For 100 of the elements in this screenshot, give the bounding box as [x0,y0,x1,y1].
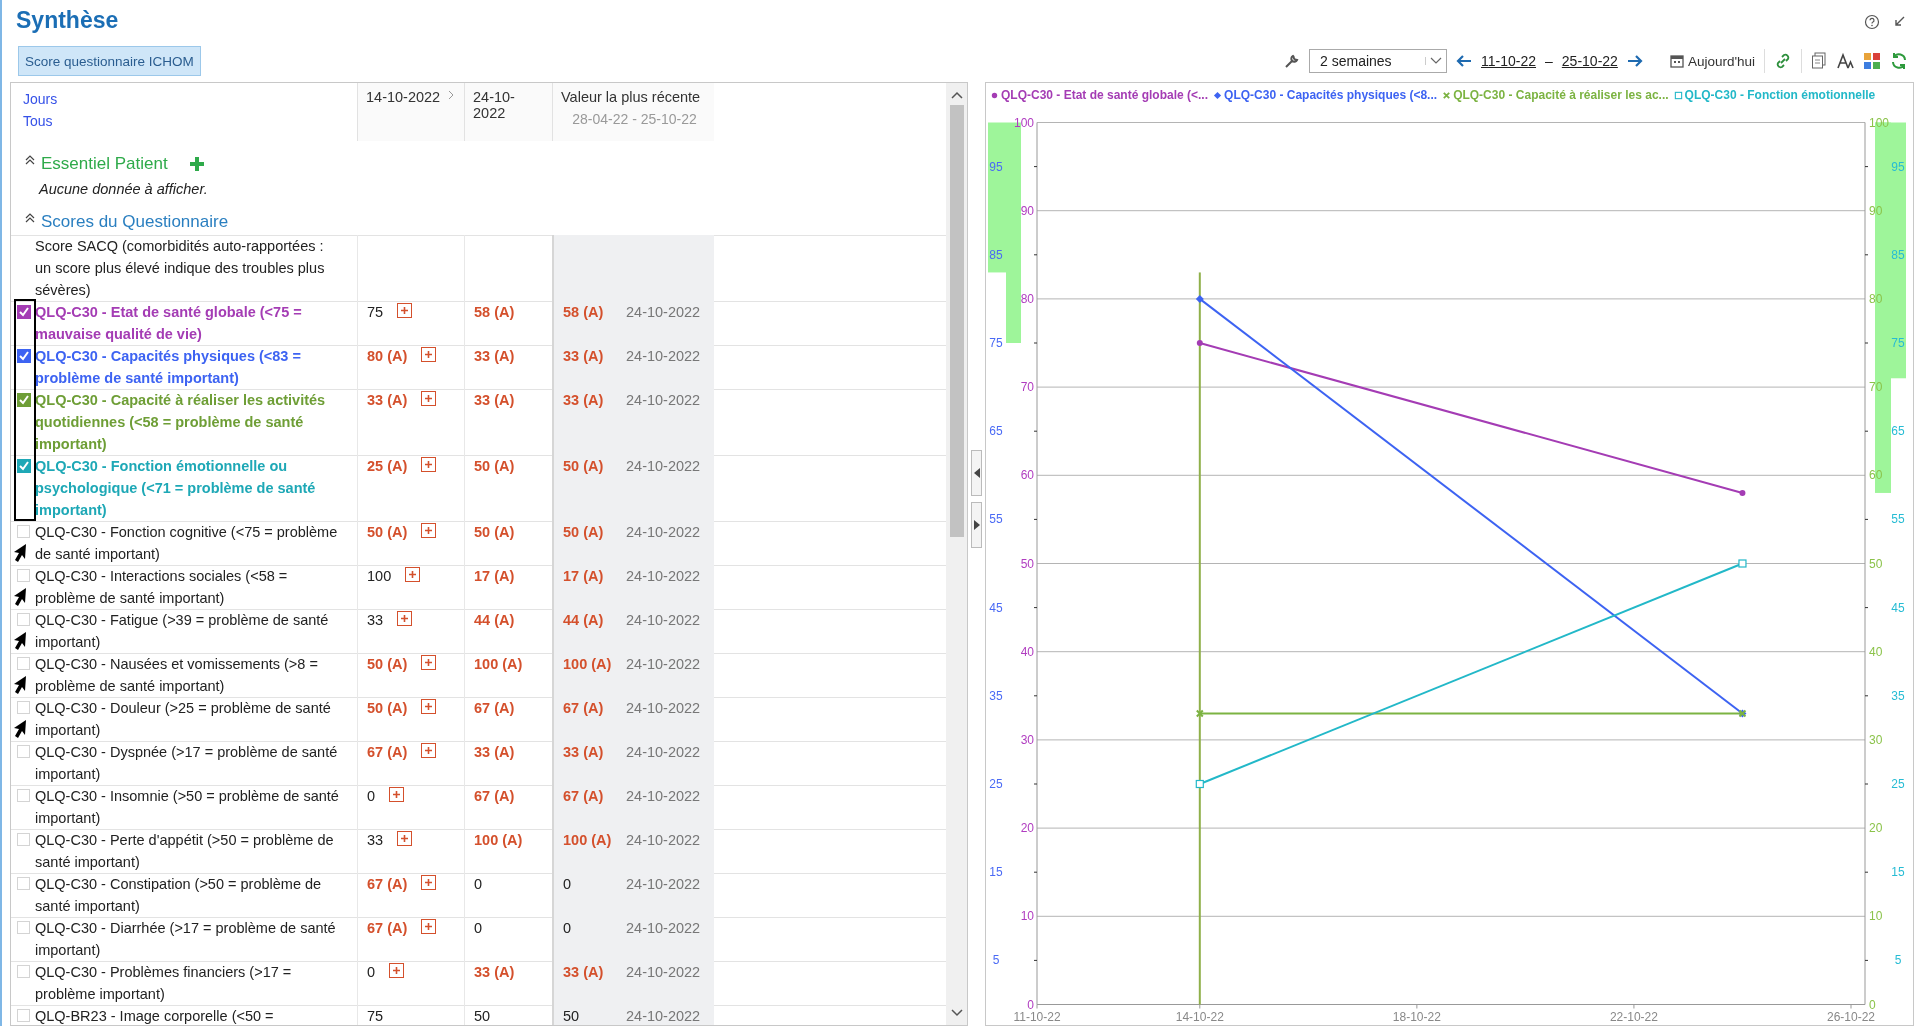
row-label: QLQ-C30 - Capacités physiques (<83 = problème de santé important) [35,347,302,388]
table-cell: 100 (A) [552,653,622,697]
axis-label: 65 [989,424,1003,439]
table-cell: 24-10-2022 [622,565,714,609]
table-cell: 100 (A) [552,829,622,873]
axis-label: 11-10-22 [1013,1009,1061,1024]
row-label: QLQ-C30 - Problèmes financiers (>17 = problème important) [35,963,293,1004]
row-label: Score SACQ (comorbidités auto-rapportées : un score plus élevé indique des troubles plus sévères) [35,237,326,300]
row-label: QLQ-C30 - Etat de santé globale (<75 = mauvaise qualité de vie) [35,303,303,344]
row-label: QLQ-BR23 - Image corporelle (<50 = [35,1007,275,1025]
axis-label: 40 [1869,644,1883,659]
row-label: QLQ-C30 - Douleur (>25 = problème de santé important) [35,699,332,740]
axis-label: 18-10-22 [1392,1009,1441,1024]
axis-label: 5 [992,953,1000,968]
table-cell: 24-10-2022 [622,609,714,653]
cell-value: 75 [367,303,384,322]
table-cell: 50 [552,1005,622,1025]
table-cell: 0 [552,917,622,961]
axis-label: 30 [1869,732,1883,747]
cell-value: 50 (A) [367,699,408,718]
table-cell: 24-10-2022 [622,961,714,1005]
axis-label: 90 [1020,203,1034,218]
row-label: QLQ-C30 - Constipation (>50 = problème de santé important) [35,875,323,916]
table-cell: 33 (A) [552,741,622,785]
axis-label: 35 [1891,688,1905,703]
cell-value: 25 (A) [367,457,408,476]
axis-label: 26-10-22 [1827,1009,1875,1024]
row-label: QLQ-C30 - Perte d'appétit (>50 = problème de santé important) [35,831,335,872]
table-cell: 67 (A) [552,785,622,829]
axis-label: 15 [1891,865,1905,880]
cell-value: 33 (A) [367,391,408,410]
row-label: QLQ-C30 - Diarrhée (>17 = problème de santé important) [35,919,337,960]
axis-label: 50 [1020,556,1034,571]
cell-value: 50 (A) [367,655,408,674]
axis-label: 22-10-22 [1609,1009,1658,1024]
cell-value: 80 (A) [367,347,408,366]
row-label: QLQ-C30 - Capacité à réaliser les activités quotidiennes (<58 = problème de santé important) [35,391,327,454]
axis-label: 25 [1891,777,1905,791]
axis-label: 10 [1020,909,1034,924]
cell-value: 0 [367,787,376,806]
axis-label: 20 [1869,821,1883,836]
table-cell: 24-10-2022 [622,301,714,345]
axis-label: 5 [1894,953,1902,968]
table-cell: 24-10-2022 [622,741,714,785]
axis-label: 85 [989,247,1003,262]
cell-value: 67 (A) [367,875,408,894]
axis-label: 70 [1020,380,1034,395]
table-cell: 24-10-2022 [622,785,714,829]
axis-label: 55 [1891,512,1905,527]
table-cell: 67 (A) [552,697,622,741]
date-range: 28-04-22 - 25-10-22 [572,111,697,127]
axis-label: 50 [1869,556,1883,571]
axis-label: 25 [989,777,1003,791]
axis-label: 95 [989,159,1003,174]
table-cell: 58 (A) [552,301,622,345]
cell-value: 33 [367,831,384,850]
axis-label: 75 [1891,336,1905,350]
axis-label: 40 [1020,644,1034,659]
table-cell: 50 (A) [552,455,622,521]
cell-value: 50 (A) [367,523,408,542]
row-label: QLQ-C30 - Dyspnée (>17 = problème de santé important) [35,743,339,784]
axis-label: 65 [1891,424,1905,439]
axis-label: 0 [1869,997,1876,1012]
cell-value: 75 [367,1007,384,1025]
table-cell: 17 (A) [552,565,622,609]
table-cell: 24-10-2022 [622,873,714,917]
row-label: QLQ-C30 - Fonction cognitive (<75 = problème de santé important) [35,523,339,564]
cell-value: 100 [367,567,392,586]
range-separator: – [1545,53,1553,69]
axis-label: 75 [989,336,1003,350]
table-cell: 24-10-2022 [622,521,714,565]
axis-label: 95 [1891,159,1905,174]
cell-value: 67 (A) [367,919,408,938]
axis-label: 45 [1891,600,1905,615]
axis-label: 55 [989,512,1003,527]
row-label: QLQ-C30 - Interactions sociales (<58 = problème de santé important) [35,567,289,608]
axis-label: 85 [1891,247,1905,262]
table-cell: 24-10-2022 [622,1005,714,1025]
axis-label: 80 [1020,291,1034,306]
cell-value: 33 [367,611,384,630]
table-cell: 24-10-2022 [622,653,714,697]
table-cell: 24-10-2022 [622,455,714,521]
axis-label: 100 [1013,115,1034,130]
table-cell: 24-10-2022 [622,917,714,961]
table-cell: 0 [552,873,622,917]
table-cell: 33 (A) [552,345,622,389]
row-label: QLQ-C30 - Nausées et vomissements (>8 = problème de santé important) [35,655,319,696]
table-cell: 24-10-2022 [622,697,714,741]
axis-label: 30 [1020,732,1034,747]
axis-label: 14-10-22 [1175,1009,1224,1024]
axis-label: 45 [989,600,1003,615]
axis-label: 20 [1020,821,1034,836]
table-cell: 24-10-2022 [622,389,714,455]
row-label: QLQ-C30 - Fonction émotionnelle ou psychologique (<71 = problème de santé important) [35,457,317,520]
table-cell: 44 (A) [552,609,622,653]
cell-value: 0 [367,963,376,982]
table-cell: 33 (A) [552,961,622,1005]
table-cell: 50 (A) [552,521,622,565]
row-label: QLQ-C30 - Insomnie (>50 = problème de santé important) [35,787,340,828]
axis-label: 100 [1869,115,1890,130]
